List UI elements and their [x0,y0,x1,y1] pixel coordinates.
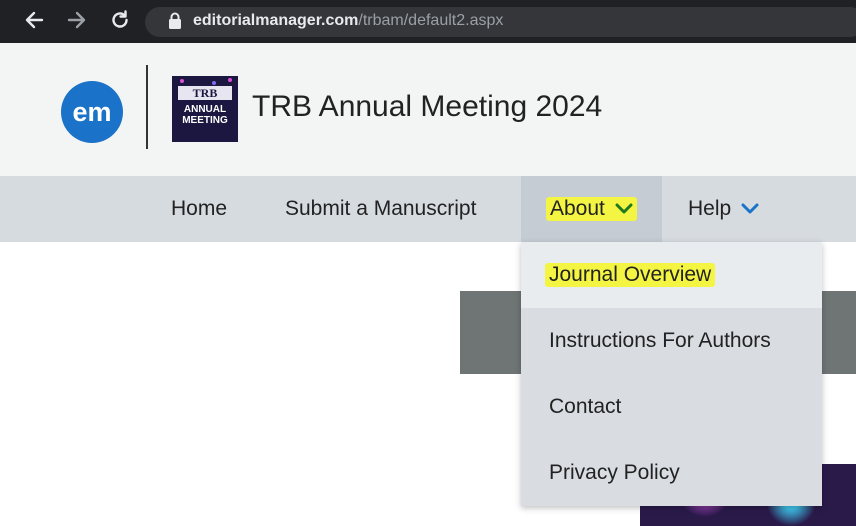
back-arrow-icon[interactable] [22,8,46,32]
chevron-down-icon [741,203,759,214]
menu-item-label: Instructions For Authors [549,329,771,352]
nav-home[interactable]: Home [171,176,227,242]
reload-icon[interactable] [108,8,132,32]
nav-help-label: Help [688,197,732,220]
em-logo[interactable]: em [61,81,123,143]
url-path: /trbam/default2.aspx [358,12,504,29]
address-url[interactable]: editorialmanager.com/trbam/default2.aspx [193,10,503,32]
logo-sparkle [180,79,184,83]
chevron-down-icon [615,203,633,214]
menu-item-instructions-for-authors[interactable]: Instructions For Authors [521,308,822,374]
menu-item-label: Contact [549,395,622,418]
trb-annual-meeting-logo[interactable]: TRB ANNUAL MEETING [172,76,238,142]
menu-item-label: Journal Overview [545,263,716,287]
logo-sparkle [228,78,232,82]
nav-help[interactable]: Help [688,176,759,242]
browser-toolbar: editorialmanager.com/trbam/default2.aspx [0,0,856,43]
main-nav: Home Submit a Manuscript About Help [0,176,856,242]
nav-about-label: About [550,197,605,220]
menu-item-contact[interactable]: Contact [521,374,822,440]
about-dropdown-menu: Journal Overview Instructions For Author… [521,242,822,506]
menu-item-journal-overview[interactable]: Journal Overview [521,242,822,308]
page-title: TRB Annual Meeting 2024 [252,90,603,123]
nav-about-label-wrap: About [546,197,637,221]
nav-submit-manuscript[interactable]: Submit a Manuscript [285,176,476,242]
menu-item-label: Privacy Policy [549,461,680,484]
forward-arrow-icon[interactable] [65,8,89,32]
trb-logo-sub: ANNUAL MEETING [182,104,228,126]
url-host: editorialmanager.com [193,12,359,29]
menu-item-privacy-policy[interactable]: Privacy Policy [521,440,822,506]
trb-logo-word: TRB [178,86,232,100]
nav-about[interactable]: About [521,176,662,242]
logo-sparkle [212,81,216,85]
lock-icon[interactable] [168,12,182,30]
logo-divider [146,65,148,149]
